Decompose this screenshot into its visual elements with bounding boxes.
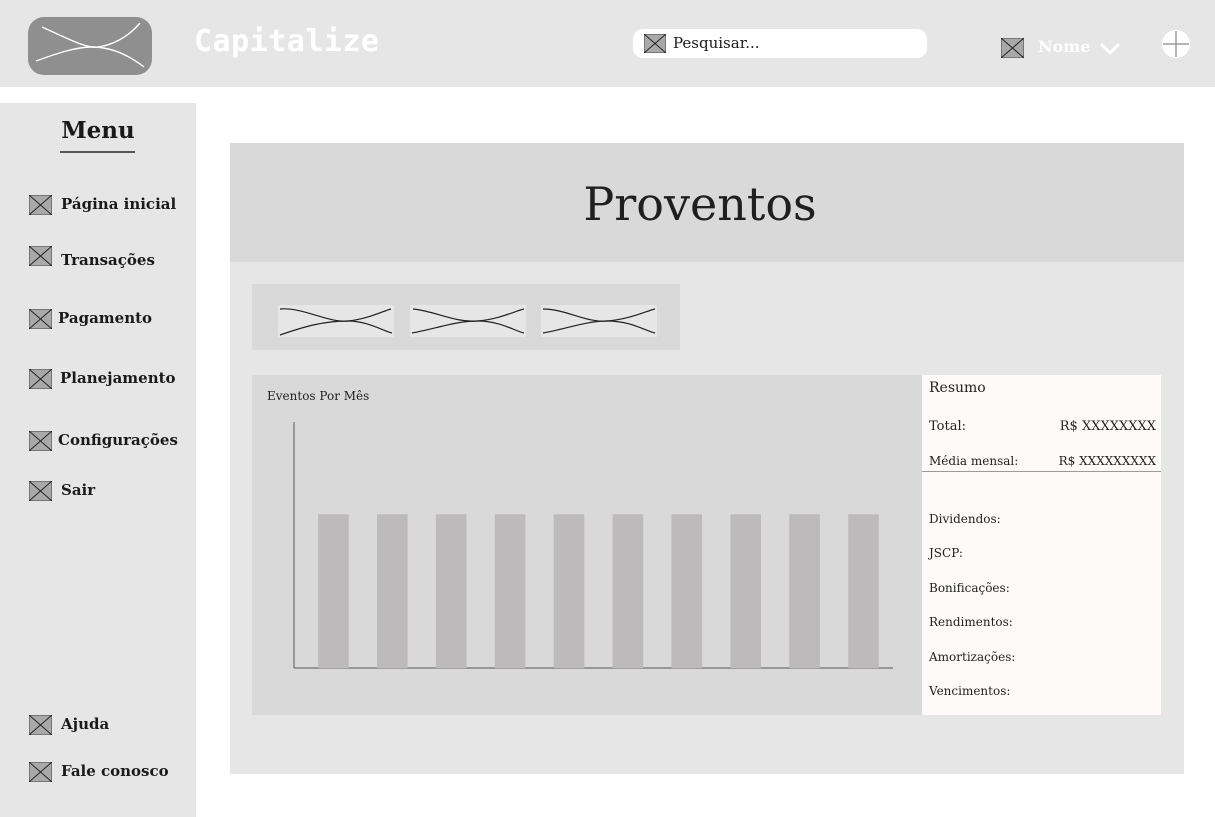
chart-bar <box>494 514 526 669</box>
summary-panel: Resumo Total: R$ XXXXXXXX Média mensal: … <box>922 375 1161 715</box>
image-placeholder-icon <box>29 762 52 782</box>
sidebar-menu: Menu Página inicial Transações Pagamento… <box>0 103 196 817</box>
chart-bar <box>612 514 644 669</box>
chart-bar <box>377 514 408 669</box>
sidebar-item-label: Página inicial <box>61 195 177 213</box>
image-placeholder-icon <box>29 481 52 501</box>
chart-bar <box>318 514 349 669</box>
chart-title: Eventos Por Mês <box>267 389 370 403</box>
sidebar-item-label: Pagamento <box>58 309 153 327</box>
menu-underline <box>60 151 135 153</box>
main-content: Proventos Eventos Por Mês Resumo Total: … <box>230 143 1184 774</box>
image-placeholder-icon <box>29 431 52 451</box>
summary-title: Resumo <box>929 380 986 396</box>
chart-bar <box>553 514 585 669</box>
filter-group <box>252 284 680 350</box>
image-placeholder-icon <box>29 369 52 389</box>
top-header: Capitalize Pesquisar... Nome <box>0 0 1215 87</box>
vencimentos-label: Vencimentos: <box>929 684 1011 698</box>
chart-panel: Eventos Por Mês <box>252 375 922 715</box>
summary-divider <box>922 471 1161 472</box>
sidebar-item-label: Planejamento <box>60 369 176 387</box>
sidebar-item-label: Fale conosco <box>61 762 169 780</box>
total-label: Total: <box>929 419 967 434</box>
chevron-down-icon[interactable] <box>1099 40 1121 58</box>
average-value: R$ XXXXXXXXX <box>1058 454 1156 468</box>
bar-chart <box>293 422 893 669</box>
sidebar-item-label: Ajuda <box>61 715 110 733</box>
filter-button[interactable] <box>278 305 394 337</box>
filter-button[interactable] <box>410 305 526 337</box>
filter-button[interactable] <box>541 305 657 337</box>
sidebar-item-label: Sair <box>61 481 96 499</box>
chart-bar <box>848 514 879 669</box>
image-placeholder-icon <box>29 195 52 215</box>
average-label: Média mensal: <box>929 454 1019 468</box>
image-placeholder-icon <box>29 309 52 329</box>
bonificacoes-label: Bonificações: <box>929 581 1010 595</box>
jscp-label: JSCP: <box>929 546 963 560</box>
sidebar-item-label: Transações <box>61 251 155 269</box>
sidebar-item-label: Configurações <box>58 431 178 449</box>
image-placeholder-icon <box>29 715 52 735</box>
add-circle-icon[interactable] <box>1161 29 1191 59</box>
page-title: Proventos <box>583 177 817 231</box>
total-value: R$ XXXXXXXX <box>1059 419 1156 434</box>
menu-title: Menu <box>61 117 135 144</box>
rendimentos-label: Rendimentos: <box>929 615 1013 629</box>
search-icon <box>644 34 666 53</box>
search-input[interactable]: Pesquisar... <box>633 29 927 58</box>
user-avatar-icon <box>1001 38 1024 58</box>
chart-bar <box>730 514 761 669</box>
logo-image-placeholder[interactable] <box>28 17 152 75</box>
search-placeholder: Pesquisar... <box>673 34 760 52</box>
dividendos-label: Dividendos: <box>929 512 1001 526</box>
user-name-dropdown[interactable]: Nome <box>1038 37 1090 56</box>
image-placeholder-icon <box>29 246 52 266</box>
chart-bar <box>435 514 467 669</box>
app-title: Capitalize <box>194 24 380 59</box>
chart-bar <box>789 514 820 669</box>
chart-bar <box>671 514 703 669</box>
amortizacoes-label: Amortizações: <box>929 650 1016 664</box>
page-header: Proventos <box>230 143 1184 262</box>
